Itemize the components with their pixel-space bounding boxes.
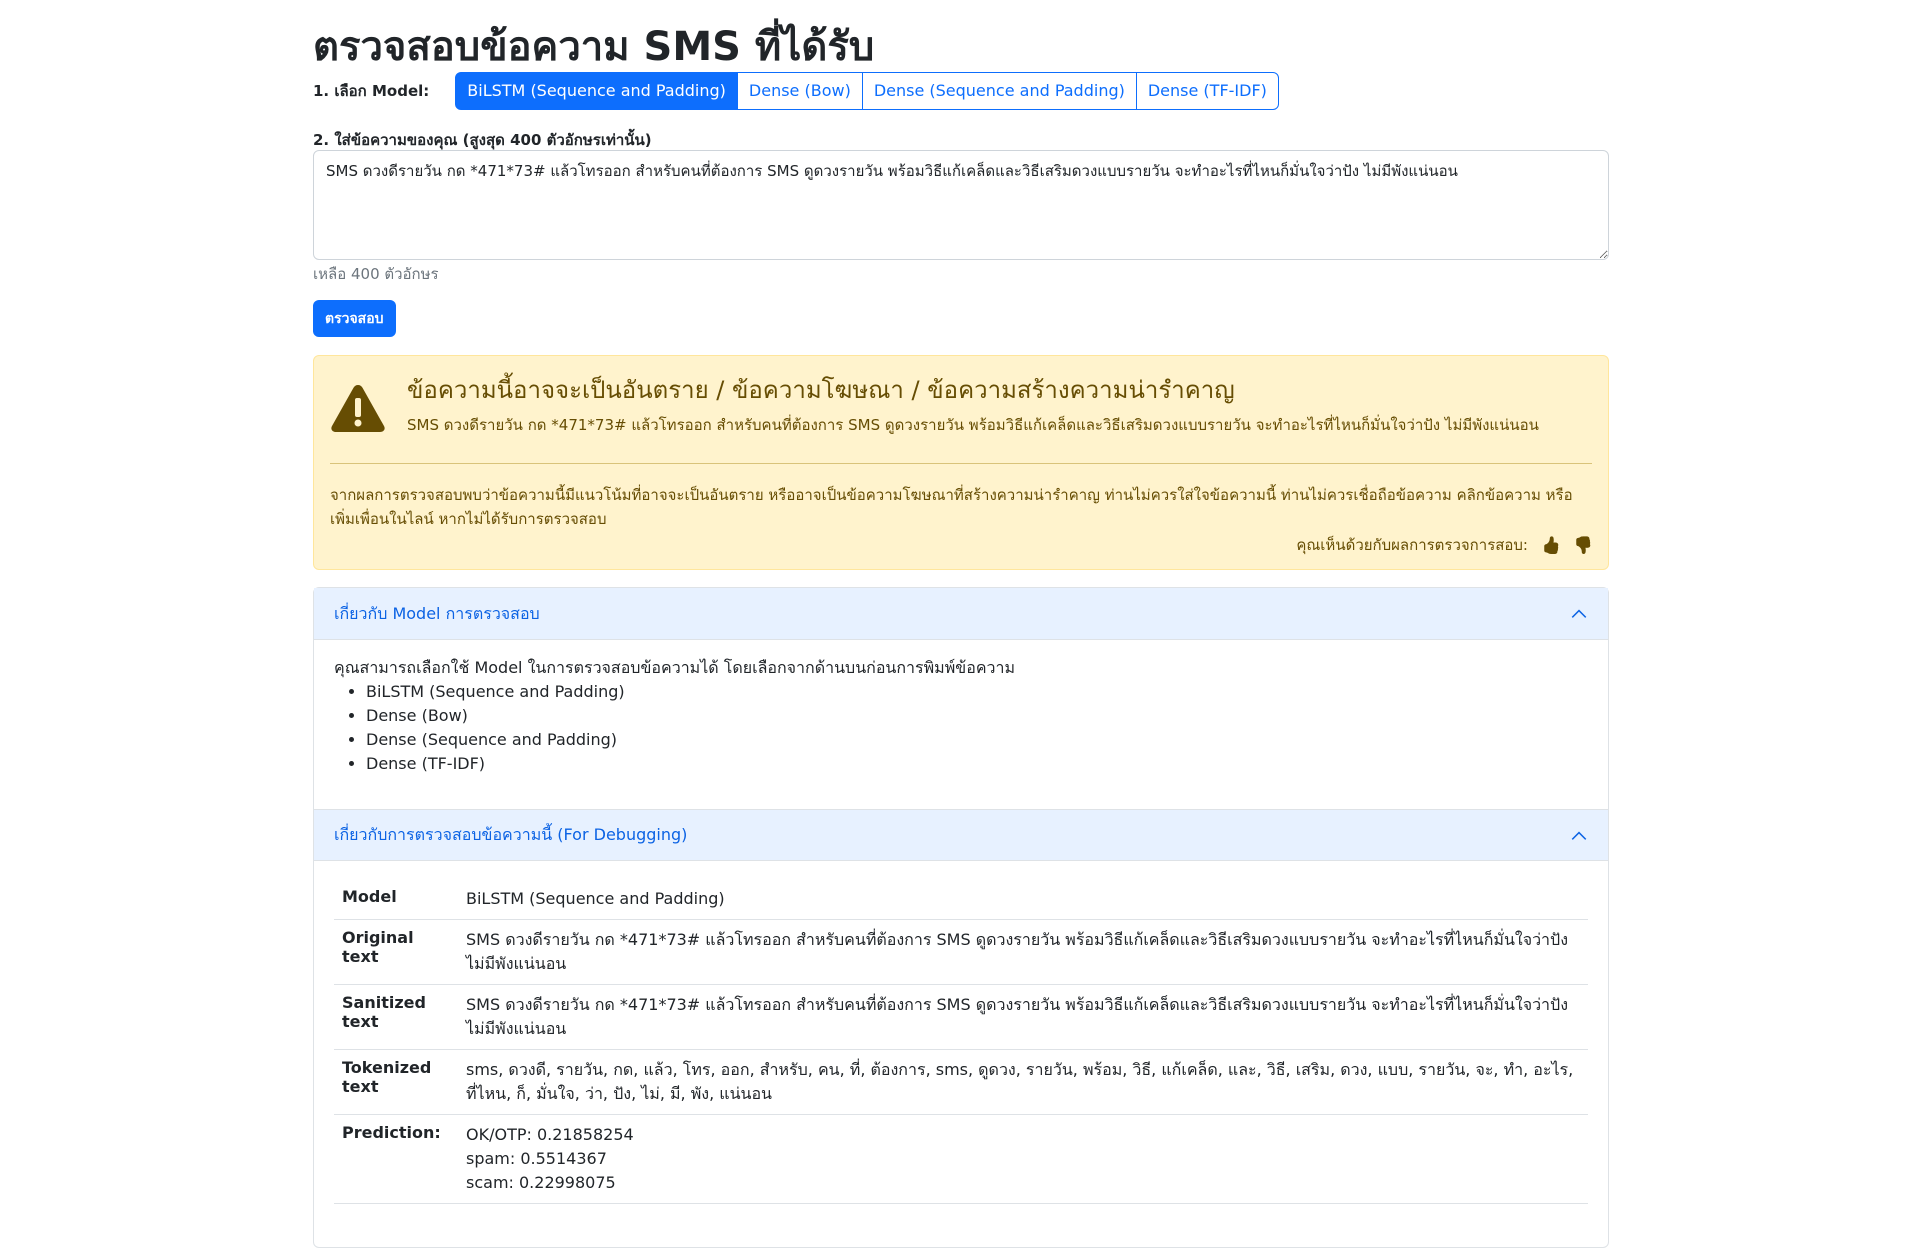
alert-advice: จากผลการตรวจสอบพบว่าข้อความนี้มีแนวโน้มท… [330,486,1573,528]
chevron-up-icon [1571,831,1587,840]
model-option-dense-sequence[interactable]: Dense (Sequence and Padding) [861,72,1137,110]
table-row: Model BiLSTM (Sequence and Padding) [334,879,1588,920]
table-row: Sanitized text SMS ดวงดีรายวัน กด *471*7… [334,985,1588,1050]
warning-triangle-icon [331,385,385,432]
table-row: Prediction: OK/OTP: 0.21858254 spam: 0.5… [334,1115,1588,1204]
row-label: Tokenized text [342,1058,432,1096]
model-button-group: BiLSTM (Sequence and Padding) Dense (Bow… [455,72,1279,110]
list-item: Dense (Bow) [366,704,1588,728]
table-row: Tokenized text sms, ดวงดี, รายวัน, กด, แ… [334,1050,1588,1115]
row-value: sms, ดวงดี, รายวัน, กด, แล้ว, โทร, ออก, … [466,1060,1574,1103]
thumbs-down-icon[interactable] [1574,536,1592,554]
model-select-label: 1. เลือก Model: [313,82,430,100]
row-value: BiLSTM (Sequence and Padding) [466,889,725,908]
chevron-up-icon [1571,609,1587,618]
accordion-header-models[interactable]: เกี่ยวกับ Model การตรวจสอบ [314,588,1608,640]
accordion-header-debug-label: เกี่ยวกับการตรวจสอบข้อความนี้ (For Debug… [334,825,688,844]
list-item: Dense (TF-IDF) [366,752,1588,776]
prediction-ok: OK/OTP: 0.21858254 [466,1125,634,1144]
row-value: SMS ดวงดีรายวัน กด *471*73# แล้วโทรออก ส… [466,995,1569,1038]
row-label: Model [342,887,397,906]
message-input[interactable] [313,150,1609,260]
row-value: OK/OTP: 0.21858254 spam: 0.5514367 scam:… [458,1115,1588,1204]
character-counter: เหลือ 400 ตัวอักษร [313,265,439,283]
table-row: Original text SMS ดวงดีรายวัน กด *471*73… [334,920,1588,985]
check-button[interactable]: ตรวจสอบ [313,300,396,337]
feedback-label: คุณเห็นด้วยกับผลการตรวจการสอบ: [1296,536,1528,554]
alert-message: SMS ดวงดีรายวัน กด *471*73# แล้วโทรออก ส… [407,416,1539,434]
alert-heading: ข้อความนี้อาจจะเป็นอันตราย / ข้อความโฆษณ… [407,376,1235,404]
accordion-header-debug[interactable]: เกี่ยวกับการตรวจสอบข้อความนี้ (For Debug… [314,809,1608,861]
debug-table: Model BiLSTM (Sequence and Padding) Orig… [334,879,1588,1204]
row-label: Original text [342,928,414,966]
model-option-bilstm[interactable]: BiLSTM (Sequence and Padding) [455,72,738,110]
accordion-body-debug: Model BiLSTM (Sequence and Padding) Orig… [314,861,1608,1247]
result-alert: ข้อความนี้อาจจะเป็นอันตราย / ข้อความโฆษณ… [313,355,1609,570]
accordion-header-models-label: เกี่ยวกับ Model การตรวจสอบ [334,603,540,623]
alert-divider [330,463,1592,464]
feedback-row: คุณเห็นด้วยกับผลการตรวจการสอบ: [1296,533,1592,557]
model-select-row: 1. เลือก Model: BiLSTM (Sequence and Pad… [313,72,1279,110]
list-item: Dense (Sequence and Padding) [366,728,1588,752]
thumbs-up-icon[interactable] [1542,536,1560,554]
accordion-body-models: คุณสามารถเลือกใช้ Model ในการตรวจสอบข้อค… [314,640,1608,809]
models-list: BiLSTM (Sequence and Padding) Dense (Bow… [334,680,1588,776]
row-label: Prediction: [342,1123,441,1142]
model-option-dense-bow[interactable]: Dense (Bow) [736,72,863,110]
prediction-scam: scam: 0.22998075 [466,1173,616,1192]
row-value: SMS ดวงดีรายวัน กด *471*73# แล้วโทรออก ส… [466,930,1569,973]
list-item: BiLSTM (Sequence and Padding) [366,680,1588,704]
page-title: ตรวจสอบข้อความ SMS ที่ได้รับ [313,24,875,70]
model-option-dense-tfidf[interactable]: Dense (TF-IDF) [1135,72,1279,110]
prediction-spam: spam: 0.5514367 [466,1149,607,1168]
info-accordion: เกี่ยวกับ Model การตรวจสอบ คุณสามารถเลือ… [313,587,1609,1248]
message-input-label: 2. ใส่ข้อความของคุณ (สูงสุด 400 ตัวอักษร… [313,131,652,149]
row-label: Sanitized text [342,993,426,1031]
models-intro: คุณสามารถเลือกใช้ Model ในการตรวจสอบข้อค… [334,658,1016,677]
